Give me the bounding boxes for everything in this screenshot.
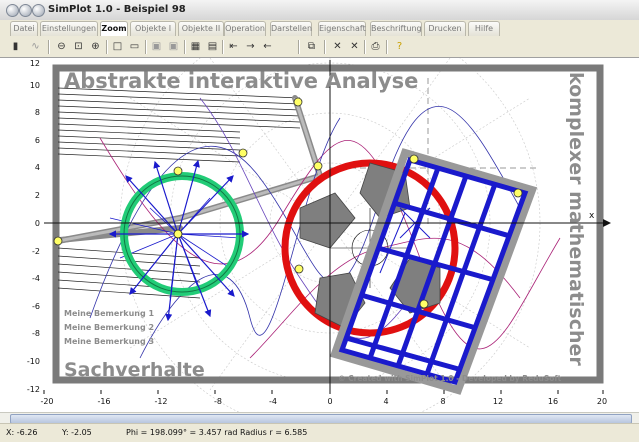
- calculator-icon[interactable]: ▮: [8, 39, 23, 54]
- x-tick-label: -16: [97, 397, 110, 406]
- note-2: Meine Bemerkung 2: [64, 323, 154, 332]
- note-3: Meine Bemerkung 3: [64, 337, 154, 346]
- zoom-out-icon[interactable]: ⊖: [54, 39, 69, 54]
- print-icon[interactable]: ⎙: [368, 39, 383, 54]
- zoom-area-icon[interactable]: ⊡: [71, 39, 86, 54]
- status-y: Y: -2.05: [62, 428, 92, 437]
- x-tick-label: -12: [154, 397, 167, 406]
- plot-vertical-text: komplexer mathematischer: [565, 72, 587, 366]
- plot-credit: © Created with SimPlot 1.0 - Developed b…: [338, 374, 562, 383]
- square-icon[interactable]: □: [110, 39, 125, 54]
- x-tick-label: -20: [40, 397, 53, 406]
- note-1: Meine Bemerkung 1: [64, 309, 154, 318]
- minimize-window-icon[interactable]: [19, 4, 32, 17]
- y-tick-label: 12: [30, 59, 40, 68]
- x-tick-label: 0: [327, 397, 332, 406]
- y-tick-label: -10: [27, 357, 40, 366]
- y-tick-label: -6: [32, 302, 40, 311]
- tab-beschriftung[interactable]: Beschriftung: [370, 21, 422, 36]
- plot-area[interactable]: x -20 -16 -12 -8 -4 0 4 8 12 16 20 12 10…: [0, 57, 639, 413]
- plot-bottom-label: Sachverhalte: [64, 359, 205, 381]
- green-ring-group: [108, 159, 250, 322]
- x-tick-label: -4: [269, 397, 277, 406]
- move-in-icon[interactable]: ⇤: [226, 39, 241, 54]
- crosshair: [330, 78, 540, 228]
- close-window-icon[interactable]: [6, 4, 19, 17]
- y-tick-label: -12: [27, 385, 40, 394]
- x-tick-label: 8: [440, 397, 445, 406]
- y-tick-label: 10: [30, 81, 40, 90]
- cross-a-icon[interactable]: ✕: [330, 39, 345, 54]
- y-tick-label: 0: [35, 219, 40, 228]
- axis-ticks: [43, 390, 604, 394]
- x-tick-label: 16: [548, 397, 558, 406]
- scroll-icon[interactable]: ▤: [205, 39, 220, 54]
- y-tick-label: -8: [32, 329, 40, 338]
- title-bar: SimPlot 1.0 - Beispiel 98: [0, 0, 639, 21]
- grid-icon[interactable]: ▦: [188, 39, 203, 54]
- tab-hilfe[interactable]: Hilfe: [468, 21, 500, 36]
- window-title: SimPlot 1.0 - Beispiel 98: [48, 4, 186, 15]
- arrow-right-icon[interactable]: →: [243, 39, 258, 54]
- tab-einstellungen[interactable]: Einstellungen: [40, 21, 98, 36]
- y-tick-label: 2: [35, 191, 40, 200]
- toolbar: ▮ ∿ ⊖ ⊡ ⊕ □ ▭ ▣ ▣ ▦ ▤ ⇤ → ← ⧉ ✕ ✕ ⎙ ?: [0, 37, 639, 58]
- y-tick-label: 4: [35, 163, 40, 172]
- zoom-in-icon[interactable]: ⊕: [88, 39, 103, 54]
- status-bar: X: -6.26 Y: -2.05 Phi = 198.099° = 3.457…: [0, 423, 639, 442]
- curve-icon[interactable]: ∿: [28, 39, 43, 54]
- tab-drucken[interactable]: Drucken: [424, 21, 466, 36]
- status-phi: Phi = 198.099° = 3.457 rad: [126, 428, 238, 437]
- x-tick-label: 12: [493, 397, 503, 406]
- maximize-window-icon[interactable]: [32, 4, 45, 17]
- copy-icon[interactable]: ⧉: [304, 39, 319, 54]
- y-tick-label: -2: [32, 247, 40, 256]
- x-tick-labels: -20 -16 -12 -8 -4 0 4 8 12 16 20: [40, 397, 607, 406]
- cross-b-icon[interactable]: ✕: [347, 39, 362, 54]
- arrow-left-icon[interactable]: ←: [260, 39, 275, 54]
- plot-headline: Abstrakte interaktive Analyse: [64, 69, 418, 93]
- x-tick-label: 4: [383, 397, 388, 406]
- tab-objekte-2[interactable]: Objekte II: [178, 21, 224, 36]
- y-tick-label: -4: [32, 274, 40, 283]
- x-tick-label: 20: [597, 397, 607, 406]
- menu-bar: Datei Einstellungen Zoom Objekte I Objek…: [0, 20, 639, 38]
- frame-b-icon[interactable]: ▣: [166, 39, 181, 54]
- frame-a-icon[interactable]: ▣: [149, 39, 164, 54]
- window-icon[interactable]: ▭: [127, 39, 142, 54]
- x-axis-label: x: [589, 211, 595, 221]
- plot-canvas[interactable]: x -20 -16 -12 -8 -4 0 4 8 12 16 20 12 10…: [0, 58, 639, 413]
- status-radius: Radius r = 6.585: [240, 428, 308, 437]
- y-tick-labels: 12 10 8 6 4 2 0 -2 -4 -6 -8 -10 -12: [27, 59, 40, 394]
- status-x: X: -6.26: [6, 428, 38, 437]
- tab-operation[interactable]: Operation: [224, 21, 266, 36]
- tab-datei[interactable]: Datei: [10, 21, 38, 36]
- y-tick-label: 8: [35, 108, 40, 117]
- tab-eigenschaft[interactable]: Eigenschaft: [318, 21, 366, 36]
- x-tick-label: -8: [214, 397, 222, 406]
- help-icon[interactable]: ?: [392, 39, 407, 54]
- tab-darstellen[interactable]: Darstellen: [270, 21, 312, 36]
- y-tick-label: 6: [35, 136, 40, 145]
- x-axis-arrow: [603, 219, 611, 227]
- plot-notes: Meine Bemerkung 1 Meine Bemerkung 2 Mein…: [64, 309, 154, 346]
- tab-zoom[interactable]: Zoom: [100, 21, 128, 36]
- tab-objekte-1[interactable]: Objekte I: [130, 21, 176, 36]
